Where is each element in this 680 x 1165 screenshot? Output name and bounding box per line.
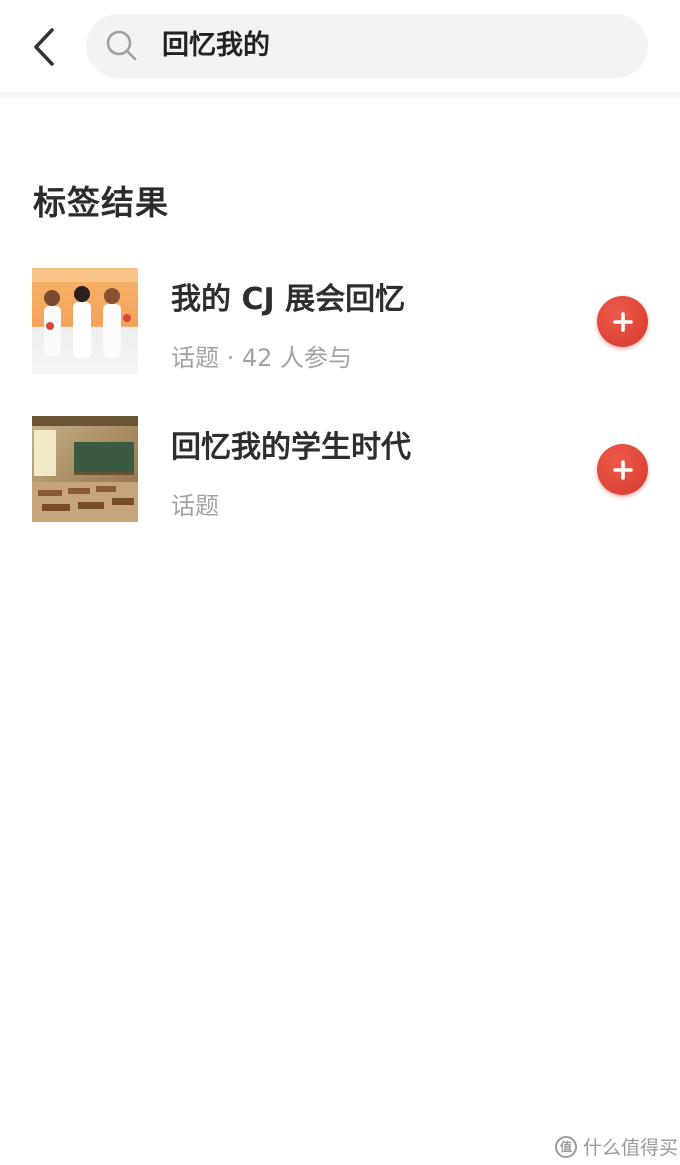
plus-icon [612, 311, 633, 332]
watermark-logo-icon: 值 [555, 1135, 577, 1158]
watermark-text: 什么值得买 [583, 1137, 679, 1159]
watermark: 值 什么值得买 [555, 1133, 678, 1160]
topic-thumbnail[interactable] [32, 416, 138, 522]
section-title: 标签结果 [33, 183, 169, 222]
topic-title[interactable]: 回忆我的学生时代 [171, 422, 411, 466]
header-divider [0, 92, 680, 102]
topic-meta: 话题 [171, 492, 219, 520]
search-input[interactable] [162, 14, 622, 78]
plus-icon [612, 459, 633, 480]
follow-button[interactable] [597, 444, 648, 495]
search-bar[interactable] [86, 14, 648, 78]
follow-button[interactable] [597, 296, 648, 347]
topic-thumbnail[interactable] [32, 268, 138, 374]
topic-meta: 话题 · 42 人参与 [171, 344, 353, 372]
list-item[interactable]: 我的 CJ 展会回忆 话题 · 42 人参与 [0, 268, 680, 376]
list-item[interactable]: 回忆我的学生时代 话题 [0, 416, 680, 524]
back-button[interactable] [22, 22, 66, 72]
topic-title[interactable]: 我的 CJ 展会回忆 [171, 274, 405, 318]
top-bar [0, 0, 680, 96]
search-icon [106, 30, 137, 61]
chevron-left-icon [34, 28, 54, 66]
